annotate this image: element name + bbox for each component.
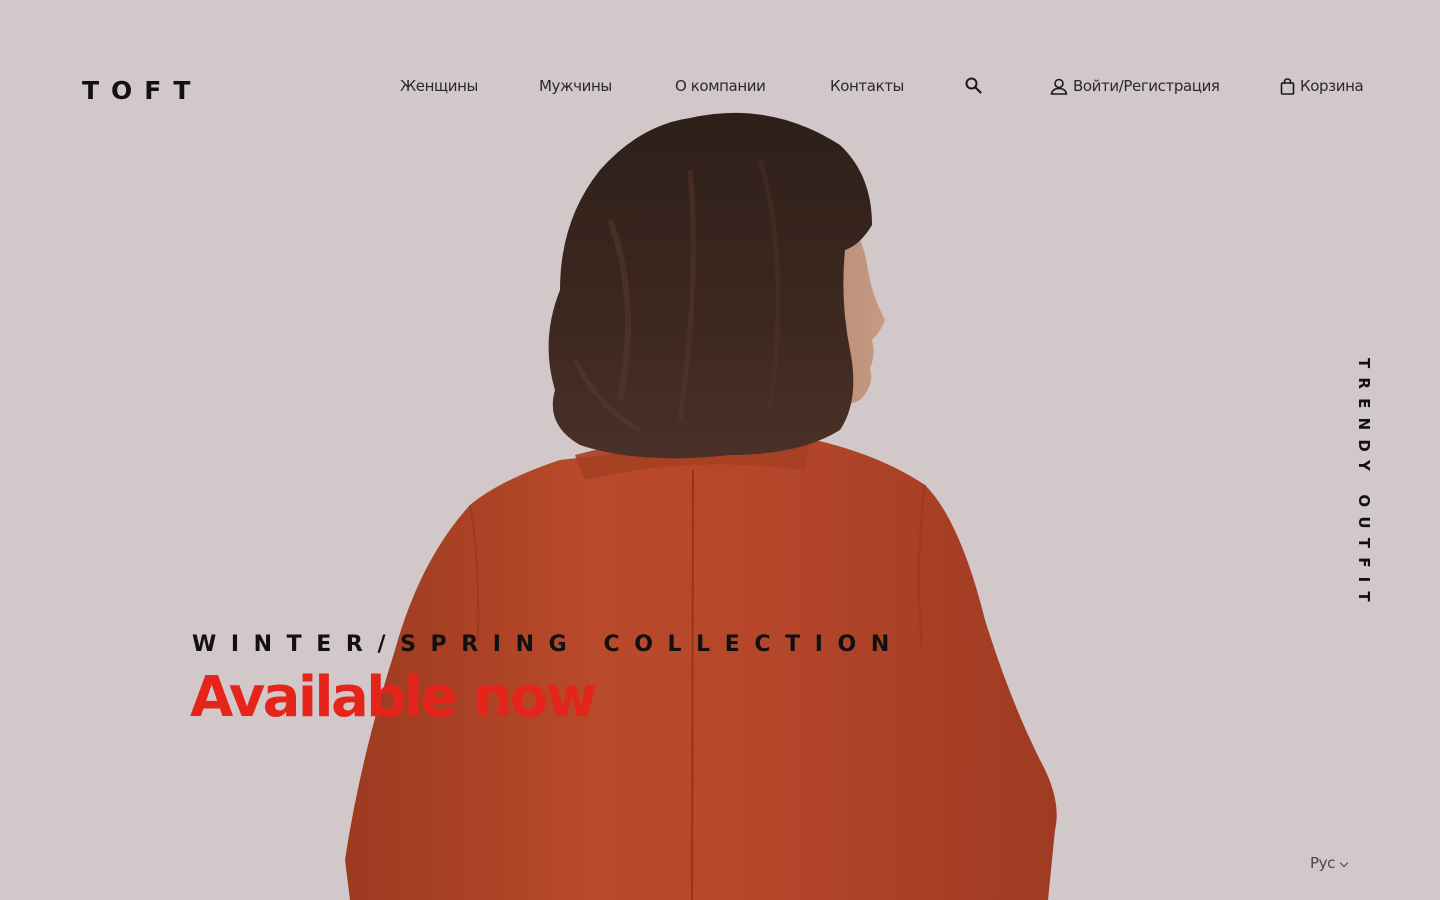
hero-model-image <box>345 112 1057 900</box>
cart-label: Корзина <box>1300 77 1364 95</box>
login-register-link[interactable]: Войти/Регистрация <box>1050 76 1220 96</box>
language-label: Рус <box>1310 854 1335 872</box>
search-button[interactable] <box>965 77 982 94</box>
landing-page: TOFT Женщины Мужчины О компании Контакты… <box>0 0 1440 900</box>
nav-about-link[interactable]: О компании <box>675 76 766 96</box>
hero-headline: Available now <box>190 665 597 730</box>
nav-men-link[interactable]: Мужчины <box>539 76 612 96</box>
nav-women-link[interactable]: Женщины <box>400 76 478 96</box>
shopping-bag-icon <box>1280 77 1295 95</box>
brand-logo[interactable]: TOFT <box>82 76 202 105</box>
chevron-down-icon <box>1335 854 1349 872</box>
side-vertical-text: TRENDY OUTFIT <box>1355 358 1373 611</box>
collection-title: WINTER/SPRING COLLECTION <box>192 632 904 657</box>
login-register-label: Войти/Регистрация <box>1073 77 1220 95</box>
nav-contacts-link[interactable]: Контакты <box>830 76 904 96</box>
language-selector[interactable]: Рус <box>1310 854 1349 872</box>
cart-link[interactable]: Корзина <box>1280 76 1364 96</box>
search-icon <box>965 77 982 94</box>
user-icon <box>1050 78 1068 95</box>
